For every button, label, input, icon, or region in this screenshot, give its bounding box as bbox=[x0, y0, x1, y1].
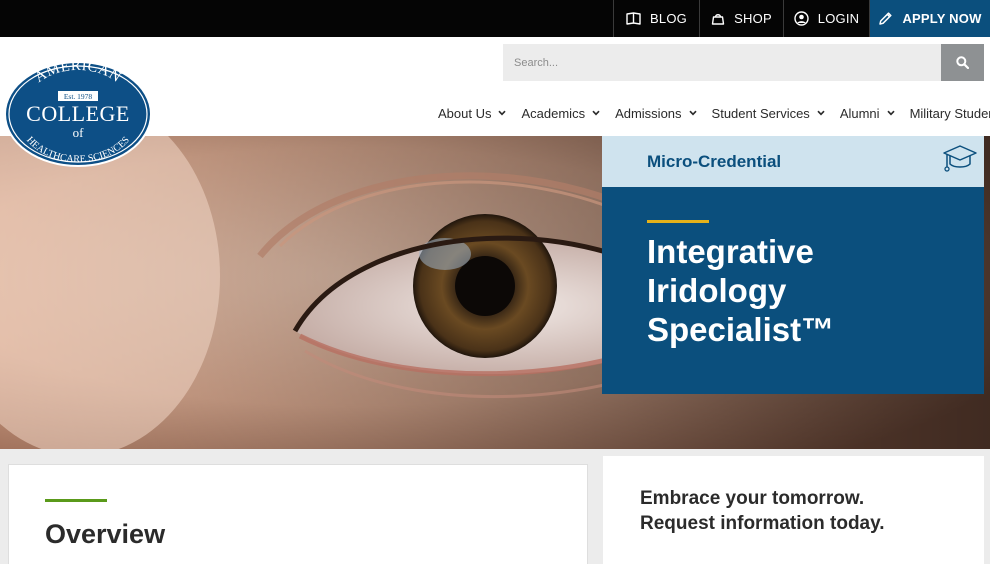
program-title-line: Specialist™ bbox=[647, 311, 835, 348]
overview-heading: Overview bbox=[45, 519, 166, 549]
chevron-down-icon bbox=[817, 110, 825, 116]
nav-item-academics[interactable]: Academics bbox=[521, 106, 600, 121]
logo-of-text: of bbox=[73, 125, 85, 140]
blog-label: BLOG bbox=[650, 11, 687, 26]
program-title-line: Integrative bbox=[647, 233, 814, 270]
chevron-down-icon bbox=[592, 110, 600, 116]
request-info-line: Embrace your tomorrow. bbox=[640, 488, 865, 509]
nav-label: Academics bbox=[521, 105, 586, 121]
nav-item-military-students[interactable]: Military Students bbox=[910, 106, 990, 121]
program-title-box: Integrative Iridology Specialist™ bbox=[602, 187, 984, 394]
title-accent-bar bbox=[647, 220, 709, 223]
request-info-card: Embrace your tomorrow. Request informati… bbox=[603, 456, 984, 564]
request-info-heading: Embrace your tomorrow. Request informati… bbox=[640, 486, 970, 536]
nav-label: Student Services bbox=[711, 105, 810, 121]
nav-label: Admissions bbox=[615, 105, 682, 121]
apply-label: APPLY NOW bbox=[902, 11, 982, 26]
nav-item-alumni[interactable]: Alumni bbox=[840, 106, 895, 121]
college-logo[interactable]: Est. 1978 AMERICAN COLLEGE of HEALTHCARE… bbox=[2, 59, 154, 170]
program-title-line: Iridology bbox=[647, 272, 787, 309]
login-label: LOGIN bbox=[817, 11, 860, 26]
shop-label: SHOP bbox=[734, 11, 772, 26]
graduation-cap-icon bbox=[943, 145, 977, 172]
request-info-line: Request information today. bbox=[640, 513, 885, 534]
logo-college-text: COLLEGE bbox=[26, 101, 130, 126]
overview-card: Overview bbox=[8, 464, 588, 564]
user-circle-icon bbox=[794, 11, 809, 26]
overview-accent-bar bbox=[45, 499, 107, 502]
nav-item-about-us[interactable]: About Us bbox=[438, 105, 507, 121]
pencil-icon bbox=[879, 12, 892, 25]
shopping-bag-icon bbox=[711, 14, 725, 25]
chevron-down-icon bbox=[688, 110, 697, 116]
program-title: Integrative Iridology Specialist™ bbox=[647, 232, 957, 349]
search-button[interactable] bbox=[941, 44, 984, 81]
chevron-down-icon bbox=[498, 110, 507, 116]
book-icon bbox=[626, 12, 641, 25]
search-input[interactable] bbox=[514, 56, 941, 69]
nav-label: Alumni bbox=[839, 105, 880, 121]
nav-item-student-services[interactable]: Student Services bbox=[712, 106, 825, 121]
search-field[interactable] bbox=[503, 44, 941, 81]
chevron-down-icon bbox=[886, 110, 895, 116]
apply-now-button[interactable]: APPLY NOW bbox=[869, 0, 990, 37]
nav-item-admissions[interactable]: Admissions bbox=[615, 105, 697, 121]
nav-label: About Us bbox=[438, 105, 492, 121]
shop-link[interactable]: SHOP bbox=[699, 0, 783, 37]
main-nav: About Us Academics Admissions Student Se… bbox=[438, 103, 990, 123]
search-icon bbox=[956, 56, 969, 69]
micro-credential-badge: Micro-Credential bbox=[602, 136, 984, 187]
logo-est-text: Est. 1978 bbox=[64, 92, 93, 101]
utility-bar: BLOG SHOP LOGIN APPLY NOW bbox=[0, 0, 990, 37]
login-link[interactable]: LOGIN bbox=[783, 0, 869, 37]
blog-link[interactable]: BLOG bbox=[613, 0, 699, 37]
micro-credential-label: Micro-Credential bbox=[647, 151, 782, 171]
nav-label: Military Students bbox=[909, 105, 990, 121]
